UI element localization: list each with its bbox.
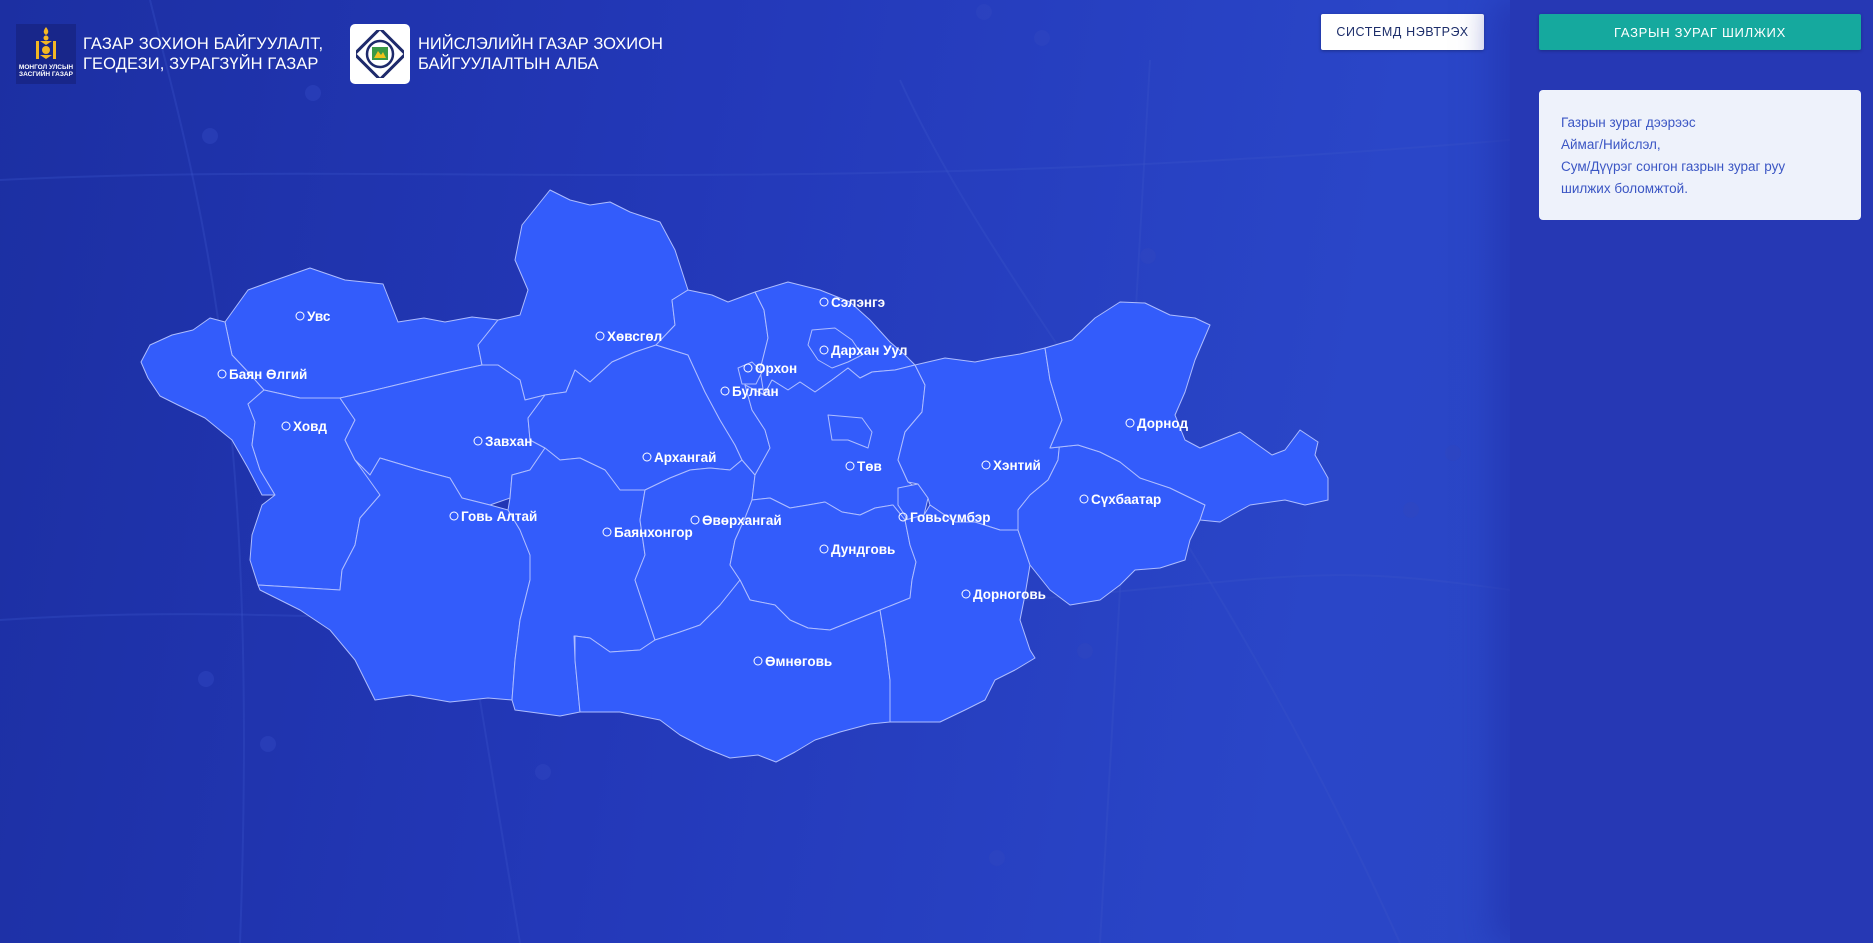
region-label[interactable]: Өвөрхангай [690, 513, 782, 528]
region-label[interactable]: Говь Алтай [449, 509, 537, 524]
region-label[interactable]: Дундговь [819, 542, 895, 557]
region-label[interactable]: Баян Өлгий [217, 367, 307, 382]
region-label-text: Өмнөговь [765, 654, 832, 669]
region-label-text: Хэнтий [993, 458, 1041, 473]
info-box: Газрын зураг дээрээс Аймаг/Нийслэл, Сум/… [1539, 90, 1861, 220]
region-label-text: Дундговь [831, 542, 895, 557]
region-label-text: Говьсүмбэр [910, 510, 991, 525]
region-label[interactable]: Дорноговь [961, 587, 1046, 602]
region-label-text: Сэлэнгэ [831, 295, 885, 310]
region-label-text: Завхан [485, 434, 532, 449]
region-label-text: Хөвсгөл [607, 329, 662, 344]
region-label-text: Увс [307, 309, 331, 324]
region-label-text: Баян Өлгий [229, 367, 307, 382]
region-label-text: Архангай [654, 450, 716, 465]
region-label[interactable]: Сүхбаатар [1079, 492, 1161, 507]
region-label-text: Ховд [293, 419, 327, 434]
region-label-text: Төв [857, 459, 882, 474]
region-label-text: Говь Алтай [461, 509, 537, 524]
region-label-text: Баянхонгор [614, 525, 693, 540]
info-line-4: шилжих боломжтой. [1561, 181, 1688, 196]
region-label-text: Сүхбаатар [1091, 492, 1161, 507]
region-label[interactable]: Өмнөговь [753, 654, 832, 669]
info-line-3: Сум/Дүүрэг сонгон газрын зураг руу [1561, 159, 1786, 174]
mongolia-province-map: Увс Баян Өлгий Ховд Завхан Говь Алтай Хөвсгөл… [140, 189, 1329, 763]
region-label-text: Булган [732, 384, 779, 399]
region-label[interactable]: Архангай [642, 450, 716, 465]
region-label-text: Дорноговь [973, 587, 1046, 602]
sidebar-panel: ГАЗРЫН ЗУРАГ ШИЛЖИХ Газрын зураг дээрээс… [1510, 0, 1873, 943]
info-line-2: Аймаг/Нийслэл, [1561, 137, 1661, 152]
region-label-text: Дархан Уул [831, 343, 907, 358]
info-line-1: Газрын зураг дээрээс [1561, 115, 1696, 130]
region-label[interactable]: Дархан Уул [819, 343, 907, 358]
region-label[interactable]: Говьсүмбэр [898, 510, 991, 525]
region-label[interactable]: Баянхонгор [602, 525, 693, 540]
region-label-text: Орхон [755, 361, 797, 376]
switch-map-button[interactable]: ГАЗРЫН ЗУРАГ ШИЛЖИХ [1539, 14, 1861, 50]
region-label-text: Өвөрхангай [702, 513, 782, 528]
region-label-text: Дорнод [1137, 416, 1188, 431]
